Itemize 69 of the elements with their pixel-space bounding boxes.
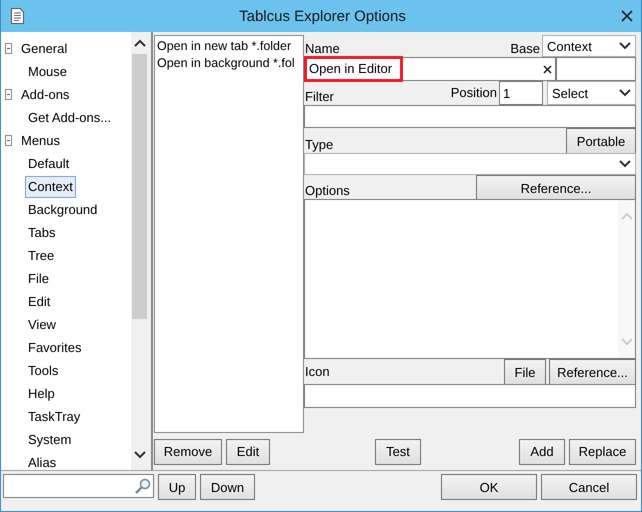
- name-field[interactable]: Open in Editor: [304, 57, 556, 81]
- tree-item[interactable]: Context: [25, 176, 76, 198]
- tree-item[interactable]: Favorites: [25, 336, 84, 358]
- field-label: Base: [509, 40, 541, 57]
- position-select[interactable]: Select: [547, 81, 636, 105]
- tree-item[interactable]: Edit: [25, 290, 54, 312]
- up-button[interactable]: Up: [158, 474, 196, 500]
- tree-item[interactable]: Help: [25, 382, 58, 404]
- input-field[interactable]: [556, 57, 636, 81]
- scroll-up-icon: [134, 39, 146, 47]
- field-label: Name: [304, 40, 341, 57]
- base-select[interactable]: Context: [542, 35, 636, 57]
- down-button[interactable]: Down: [200, 474, 255, 500]
- search-icon[interactable]: [134, 478, 151, 494]
- test-button[interactable]: Test: [375, 438, 421, 464]
- field-label: Options: [304, 182, 351, 199]
- tree-item[interactable]: General: [18, 38, 70, 60]
- tree-item[interactable]: View: [25, 314, 59, 336]
- list-item[interactable]: Open in new tab *.folder: [157, 38, 301, 55]
- add-button[interactable]: Add: [519, 438, 565, 464]
- scroll-thumb[interactable]: [132, 54, 147, 319]
- field-label: Filter: [304, 88, 335, 105]
- tree-item[interactable]: File: [25, 268, 52, 290]
- tree-item[interactable]: Tools: [25, 360, 62, 382]
- name-value: Open in Editor: [307, 59, 400, 79]
- position-field[interactable]: 1: [499, 81, 543, 105]
- tree-item[interactable]: TaskTray: [25, 406, 84, 428]
- search-field[interactable]: [3, 474, 154, 498]
- window-title: Tablcus Explorer Options: [238, 8, 407, 24]
- scrollbar[interactable]: [131, 32, 148, 470]
- scroll-down-icon: [620, 338, 632, 346]
- icon-field[interactable]: [304, 384, 636, 408]
- tree-item[interactable]: Menus: [18, 130, 64, 152]
- tree-item[interactable]: Mouse: [25, 60, 70, 82]
- type-select[interactable]: [304, 153, 636, 175]
- field-label: Position: [450, 84, 498, 102]
- dropdown-icon: [619, 89, 631, 97]
- tree-item[interactable]: Alias: [25, 452, 60, 470]
- options-field[interactable]: [304, 199, 636, 359]
- collapse-icon[interactable]: [5, 43, 12, 54]
- list-item[interactable]: Open in background *.fol: [157, 55, 301, 72]
- tree-item[interactable]: Add-ons: [18, 84, 72, 106]
- tree-item[interactable]: Tree: [25, 244, 58, 266]
- collapse-icon[interactable]: [5, 135, 12, 146]
- edit-button[interactable]: Edit: [226, 438, 270, 464]
- file-button[interactable]: File: [504, 359, 546, 385]
- ok-button[interactable]: OK: [441, 474, 537, 500]
- tree-item[interactable]: Default: [25, 152, 72, 174]
- field-label: Type: [304, 136, 334, 153]
- dropdown-icon: [619, 42, 631, 50]
- clear-icon[interactable]: [543, 64, 552, 74]
- reference-button[interactable]: Reference...: [476, 175, 636, 201]
- scroll-up-icon: [620, 212, 632, 220]
- remove-button[interactable]: Remove: [154, 438, 222, 464]
- close-icon[interactable]: [621, 10, 633, 22]
- tree-item[interactable]: Tabs: [25, 222, 58, 244]
- filter-field[interactable]: [304, 105, 636, 128]
- replace-button[interactable]: Replace: [569, 438, 636, 464]
- collapse-icon[interactable]: [5, 89, 12, 100]
- tree-item[interactable]: System: [25, 428, 74, 450]
- tree-item[interactable]: Background: [25, 198, 100, 220]
- scroll-down-icon: [134, 451, 146, 459]
- tree-item[interactable]: Get Add-ons...: [25, 106, 114, 128]
- portable-button[interactable]: Portable: [566, 128, 636, 154]
- field-label: Icon: [304, 362, 331, 380]
- document-icon: [11, 8, 24, 24]
- reference-button[interactable]: Reference...: [549, 359, 636, 385]
- cancel-button[interactable]: Cancel: [541, 474, 637, 500]
- dropdown-icon: [619, 160, 631, 168]
